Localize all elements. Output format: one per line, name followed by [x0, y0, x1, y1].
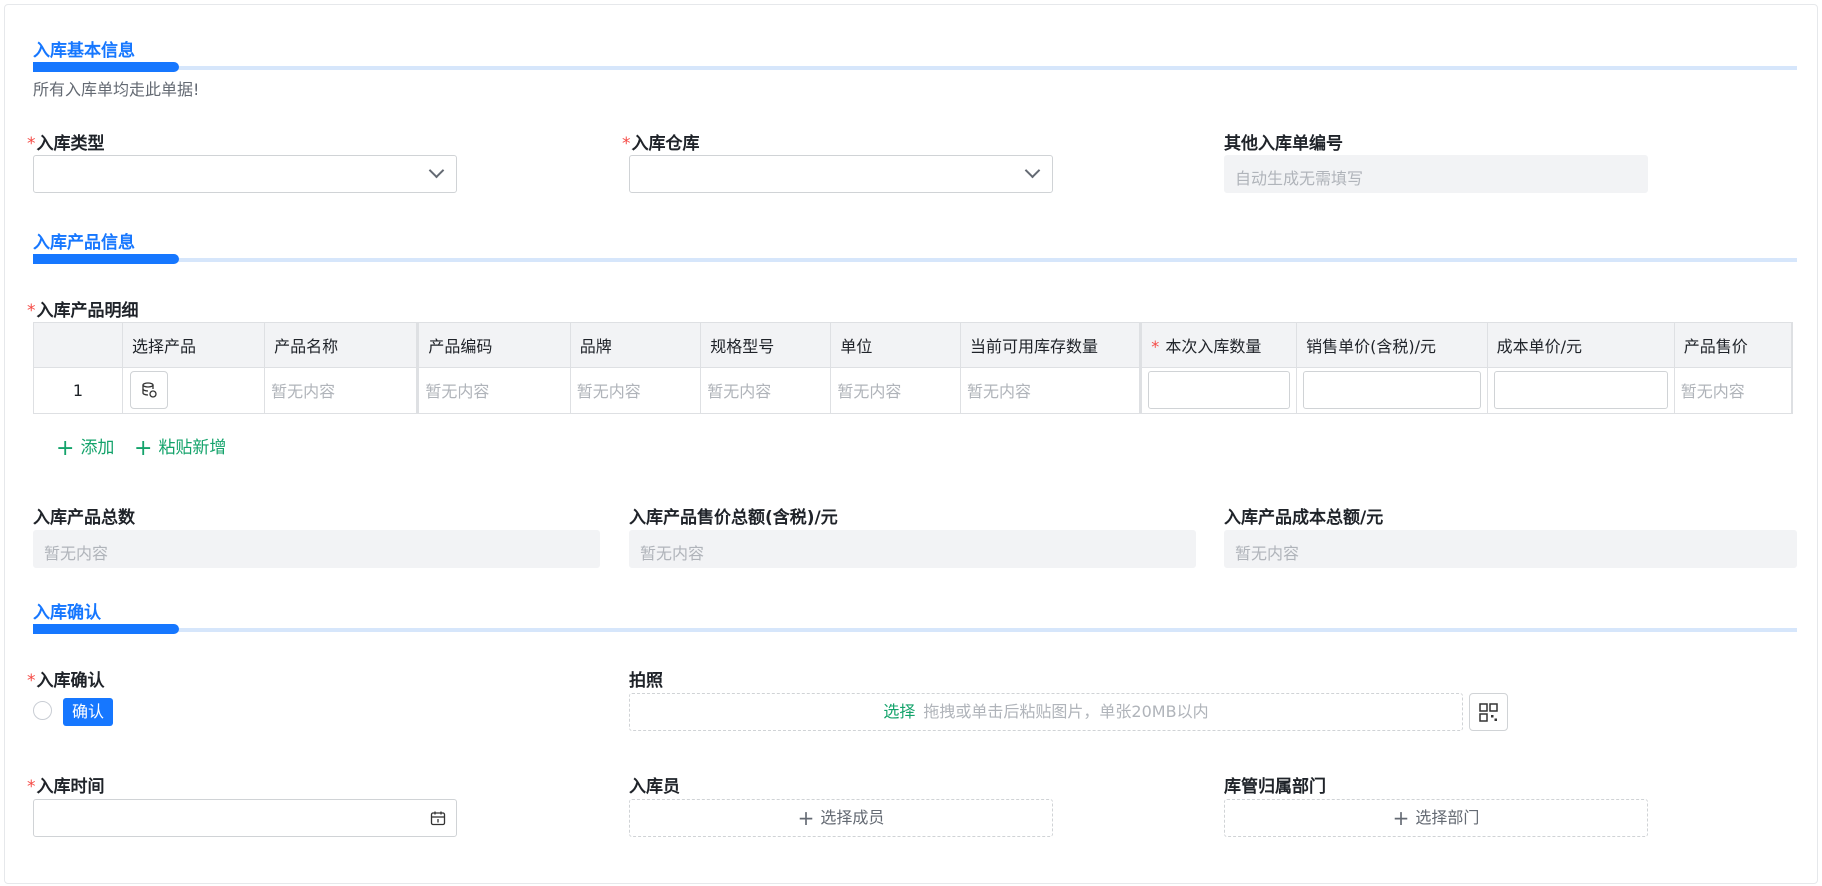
column-header: 销售单价(含税)/元 [1296, 323, 1488, 368]
select-dept-button[interactable]: + 选择部门 [1224, 799, 1648, 837]
unit-cell: 暂无内容 [830, 367, 961, 413]
database-icon [142, 382, 157, 398]
plus-icon: + [1392, 806, 1410, 830]
section-divider-basic [33, 62, 1797, 72]
staff-label: 入库员 [629, 777, 680, 797]
cost-price-cell [1487, 367, 1675, 413]
column-header: 产品编码 [417, 323, 571, 368]
section-title-products: 入库产品信息 [33, 233, 135, 253]
sale-price-cell [1296, 367, 1488, 413]
qr-code-icon [1479, 703, 1498, 722]
product-name-cell: 暂无内容 [264, 367, 420, 413]
time-picker[interactable] [33, 799, 457, 837]
sale-total-label: 入库产品售价总额(含税)/元 [629, 508, 838, 528]
pick-product-cell [122, 367, 266, 413]
time-label: *入库时间 [27, 777, 105, 797]
confirm-radio[interactable] [33, 701, 52, 720]
type-label: *入库类型 [27, 134, 105, 154]
paste-add-button[interactable]: + 粘贴新增 [134, 433, 226, 461]
cost-total-label: 入库产品成本总额/元 [1224, 508, 1384, 528]
section-note: 所有入库单均走此单据! [33, 80, 200, 99]
row-index: 1 [34, 367, 124, 413]
column-header-index [34, 323, 124, 368]
upload-select-link[interactable]: 选择 [883, 702, 915, 721]
column-header: 产品售价 [1674, 323, 1792, 368]
column-header: 产品名称 [264, 323, 420, 368]
section-title-basic: 入库基本信息 [33, 41, 135, 61]
qty-cell [1140, 367, 1298, 413]
photo-upload-area[interactable]: 选择 拖拽或单击后粘贴图片，单张20MB以内 [629, 693, 1463, 731]
brand-cell: 暂无内容 [570, 367, 702, 413]
cost-total-field: 暂无内容 [1224, 530, 1797, 568]
photo-label: 拍照 [629, 671, 663, 691]
column-header: 当前可用库存数量 [960, 323, 1143, 368]
table-header-row: 选择产品 产品名称 产品编码 品牌 规格型号 单位 当前可用库存数量 * 本次入… [34, 323, 1792, 368]
pick-product-button[interactable] [130, 371, 169, 410]
column-header: 品牌 [570, 323, 702, 368]
table-row: 1 暂无内容 暂无内容 暂无内容 暂无内容 暂无内容 暂无内容 暂无内容 [34, 367, 1792, 413]
chevron-down-icon [428, 162, 445, 179]
sale-price-input[interactable] [1303, 371, 1481, 410]
spec-cell: 暂无内容 [700, 367, 832, 413]
product-table: 选择产品 产品名称 产品编码 品牌 规格型号 单位 当前可用库存数量 * 本次入… [33, 322, 1793, 414]
column-header: 规格型号 [700, 323, 832, 368]
chevron-down-icon [1024, 162, 1041, 179]
order-no-label: 其他入库单编号 [1224, 134, 1343, 154]
confirm-label: *入库确认 [27, 671, 105, 691]
type-select[interactable] [33, 155, 457, 193]
plus-icon: + [134, 436, 153, 461]
stock-cell: 暂无内容 [960, 367, 1143, 413]
product-price-cell: 暂无内容 [1674, 367, 1792, 413]
column-header: 成本单价/元 [1487, 323, 1675, 368]
column-header-required: * 本次入库数量 [1140, 323, 1298, 368]
warehouse-label: *入库仓库 [622, 134, 700, 154]
plus-icon: + [56, 436, 75, 461]
sale-total-field: 暂无内容 [629, 530, 1196, 568]
add-row-button[interactable]: + 添加 [56, 433, 114, 461]
section-title-confirm: 入库确认 [33, 603, 101, 623]
product-code-cell: 暂无内容 [417, 367, 571, 413]
qty-input[interactable] [1148, 371, 1291, 410]
total-count-field: 暂无内容 [33, 530, 600, 568]
product-grid: 选择产品 产品名称 产品编码 品牌 规格型号 单位 当前可用库存数量 * 本次入… [34, 323, 1792, 413]
dept-label: 库管归属部门 [1224, 777, 1326, 797]
order-no-field: 自动生成无需填写 [1224, 155, 1648, 193]
qr-upload-button[interactable] [1469, 693, 1508, 731]
detail-label: *入库产品明细 [27, 301, 139, 321]
warehouse-select[interactable] [629, 155, 1053, 193]
cost-price-input[interactable] [1493, 371, 1668, 410]
section-divider-products [33, 254, 1797, 264]
confirm-tag: 确认 [63, 698, 114, 726]
total-count-label: 入库产品总数 [33, 508, 135, 528]
calendar-icon [430, 811, 446, 826]
column-header: 选择产品 [122, 323, 266, 368]
column-header: 单位 [830, 323, 961, 368]
form-container: 入库基本信息 所有入库单均走此单据! *入库类型 *入库仓库 其他入库单编号 自… [4, 4, 1818, 884]
plus-icon: + [797, 806, 815, 830]
section-divider-confirm [33, 624, 1797, 634]
select-member-button[interactable]: + 选择成员 [629, 799, 1053, 837]
